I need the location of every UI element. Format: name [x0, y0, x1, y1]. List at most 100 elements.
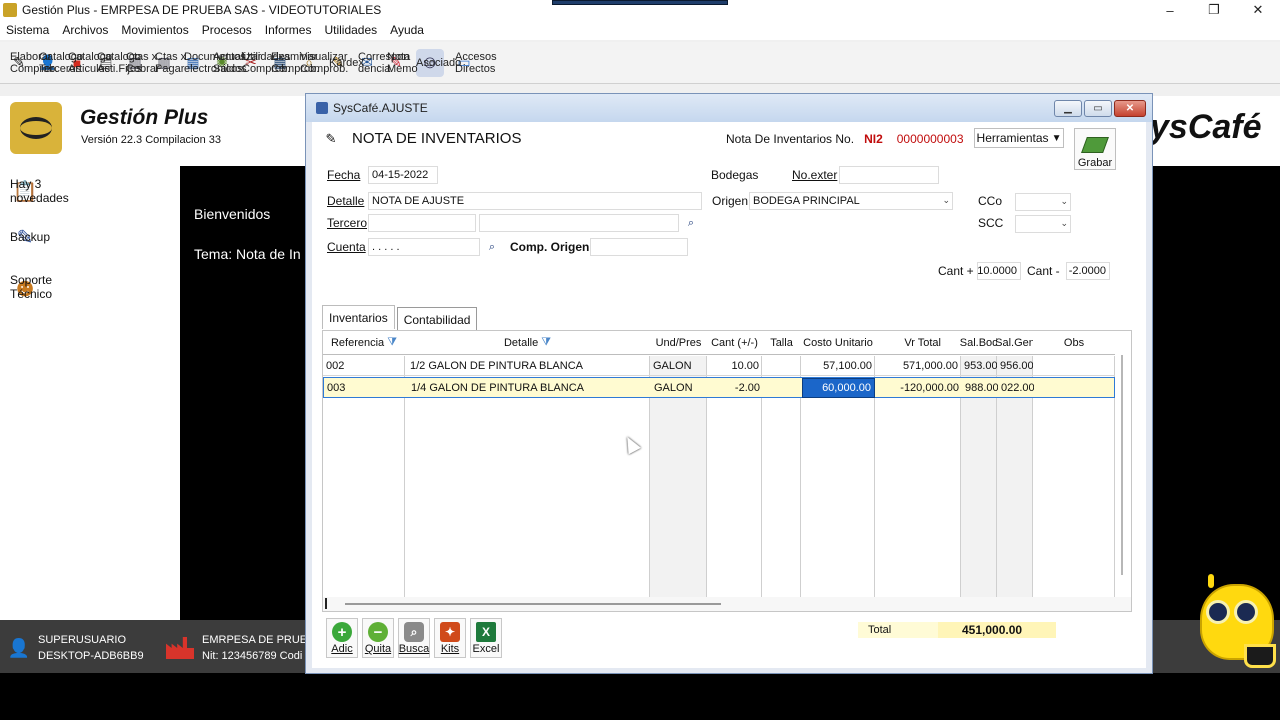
cell-und[interactable]: GALON: [651, 378, 708, 398]
vertical-scrollbar[interactable]: [1121, 355, 1123, 575]
mascot-icon: [1192, 574, 1280, 672]
cell-referencia[interactable]: 003: [324, 378, 406, 398]
fecha-field[interactable]: 04-15-2022: [368, 166, 438, 184]
document-number: Nota De Inventarios No. NI2 0000000003: [726, 132, 964, 146]
tercero-name-field[interactable]: [479, 214, 679, 232]
column-header-cant[interactable]: Cant (+/-): [707, 331, 762, 355]
toolbar-accesos-button[interactable]: ▭ Accesos Directos: [455, 51, 497, 75]
grid-actions: + Adic − Quita ⌕ Busca ✦ Kits X Excel: [326, 618, 506, 658]
toolbar-examinar-button[interactable]: ▦ Examinar Comprob.: [271, 51, 319, 75]
quita-button[interactable]: − Quita: [362, 618, 394, 658]
cco-select[interactable]: ⌄: [1015, 193, 1071, 211]
menu-archivos[interactable]: Archivos: [62, 23, 108, 37]
column-header-salbod[interactable]: Sal.Bod: [960, 331, 998, 355]
items-grid: Referencia ⧩ Detalle ⧩ Und/Pres Cant (+/-)…: [322, 330, 1132, 612]
dialog-close-button[interactable]: ✕: [1114, 100, 1146, 117]
fecha-label: Fecha: [327, 168, 361, 182]
cell-und[interactable]: GALON: [650, 356, 707, 376]
cell-costo-active[interactable]: 60,000.00: [802, 378, 875, 398]
dialog-minimize-button[interactable]: ▁: [1054, 100, 1082, 117]
tercero-label: Tercero: [327, 216, 368, 230]
column-header-und[interactable]: Und/Pres: [650, 331, 707, 355]
column-header-salgen[interactable]: Sal.Gen: [995, 331, 1035, 355]
adic-button[interactable]: + Adic: [326, 618, 358, 658]
busca-button[interactable]: ⌕ Busca: [398, 618, 430, 658]
column-header-obs[interactable]: Obs: [1033, 331, 1115, 355]
cell-obs[interactable]: [1034, 378, 1116, 398]
close-button[interactable]: ✕: [1236, 0, 1280, 20]
toolbar-elaborar-button[interactable]: ✎ Elaborar Comprob.: [10, 51, 58, 75]
toolbar-pagar-button[interactable]: ▥ Ctas x Pagar: [155, 51, 186, 75]
detalle-label: Detalle: [327, 194, 365, 208]
app-icon: [3, 3, 17, 17]
cell-costo[interactable]: 57,100.00: [801, 356, 875, 376]
restore-button[interactable]: ❐: [1192, 0, 1236, 20]
scroll-thumb[interactable]: [345, 603, 721, 605]
scroll-marker: [325, 598, 327, 609]
toolbar-correspondencia-button[interactable]: ✉ Correspon dencia: [358, 51, 409, 75]
cuenta-field[interactable]: . . . . .: [368, 238, 480, 256]
menu-sistema[interactable]: Sistema: [6, 23, 49, 37]
cell-cant[interactable]: -2.00: [708, 378, 763, 398]
scc-select[interactable]: ⌄: [1015, 215, 1071, 233]
dialog-maximize-button[interactable]: ▭: [1084, 100, 1112, 117]
sidebar-item-soporte[interactable]: ☻ Soporte Técnico: [10, 272, 53, 302]
cell-detalle[interactable]: 1/4 GALON DE PINTURA BLANCA: [406, 378, 651, 398]
column-header-costo[interactable]: Costo Unitario: [801, 331, 875, 355]
origen-select[interactable]: BODEGA PRINCIPAL ⌄: [749, 192, 953, 210]
toolbar-cobrar-button[interactable]: ▥ Ctas x Cobrar: [126, 51, 160, 75]
binoculars-icon[interactable]: ⌕: [484, 240, 500, 254]
herramientas-label: Herramientas: [976, 131, 1049, 145]
tercero-code-field[interactable]: [368, 214, 476, 232]
toolbar-activos-button[interactable]: ▤ Catalogo Acti.Fijos: [97, 51, 142, 75]
toolbar-articulos-button[interactable]: ■ Catalogo Articulos: [68, 51, 112, 75]
column-header-talla[interactable]: Talla: [762, 331, 801, 355]
ajuste-dialog: SysCafé.AJUSTE ▁ ▭ ✕ ✎ NOTA DE INVENTARI…: [305, 93, 1153, 674]
table-row[interactable]: 002 1/2 GALON DE PINTURA BLANCA GALON 10…: [323, 356, 1115, 376]
toolbar-terceros-button[interactable]: 👤 Catalogo Terceros: [39, 51, 83, 75]
minimize-button[interactable]: –: [1148, 0, 1192, 20]
toolbar-nota-button[interactable]: ✎ Nota Memo: [387, 51, 418, 75]
excel-button[interactable]: X Excel: [470, 618, 502, 658]
comp-origen-label: Comp. Origen: [510, 240, 590, 254]
column-header-label: Referencia: [330, 336, 385, 349]
menu-movimientos[interactable]: Movimientos: [121, 23, 188, 37]
noexter-field[interactable]: [839, 166, 939, 184]
toolbar-edocs-button[interactable]: ▦ Documentos electronicos: [184, 51, 246, 75]
tab-contabilidad[interactable]: Contabilidad: [396, 307, 478, 331]
kits-button[interactable]: ✦ Kits: [434, 618, 466, 658]
toolbar-saldos-button[interactable]: ✺ Actualizar Saldos: [213, 51, 261, 75]
column-header-detalle[interactable]: Detalle ⧩: [405, 331, 650, 355]
cell-talla[interactable]: [762, 356, 801, 376]
origen-label: Origen: [712, 194, 749, 208]
horizontal-scrollbar[interactable]: [323, 597, 1131, 611]
toolbar-utilidades-button[interactable]: ✂ Utilidades Comprob.: [242, 51, 290, 75]
column-header-vrtotal[interactable]: Vr Total: [875, 331, 961, 355]
cell-talla[interactable]: [763, 378, 802, 398]
herramientas-button[interactable]: Herramientas ▼: [974, 128, 1064, 148]
cell-detalle[interactable]: 1/2 GALON DE PINTURA BLANCA: [405, 356, 650, 376]
menu-ayuda[interactable]: Ayuda: [390, 23, 424, 37]
comp-origen-field[interactable]: [590, 238, 688, 256]
detalle-field[interactable]: NOTA DE AJUSTE: [368, 192, 702, 210]
cell-salgen: 022.00: [1001, 382, 1034, 394]
sidebar-item-novedades[interactable]: 📋 Hay 3 novedades: [10, 176, 69, 206]
menu-utilidades[interactable]: Utilidades: [324, 23, 377, 37]
tab-inventarios[interactable]: Inventarios: [322, 305, 395, 329]
kits-icon: ✦: [440, 622, 460, 642]
column-header-referencia[interactable]: Referencia ⧩: [323, 331, 405, 355]
cell-obs[interactable]: [1033, 356, 1115, 376]
toolbar-asociado-button[interactable]: ☺ Asociado: [416, 48, 461, 77]
cell-cant[interactable]: 10.00: [707, 356, 762, 376]
menu-informes[interactable]: Informes: [265, 23, 312, 37]
toolbar: ✎ Elaborar Comprob. 👤 Catalogo Terceros ■ C…: [0, 42, 1280, 84]
cell-referencia[interactable]: 002: [323, 356, 405, 376]
menu-procesos[interactable]: Procesos: [202, 23, 252, 37]
grabar-button[interactable]: Grabar: [1074, 128, 1116, 170]
toolbar-visualizar-button[interactable]: ⌕ Visualizar Comprob.: [300, 51, 348, 75]
table-row-selected[interactable]: 003 1/4 GALON DE PINTURA BLANCA GALON -2…: [323, 377, 1115, 398]
binoculars-icon[interactable]: ⌕: [683, 216, 699, 230]
scc-label: SCC: [978, 216, 1004, 230]
sidebar-item-backup[interactable]: ✎ Backup: [10, 222, 53, 252]
sort-icon: ⧩: [387, 336, 397, 348]
